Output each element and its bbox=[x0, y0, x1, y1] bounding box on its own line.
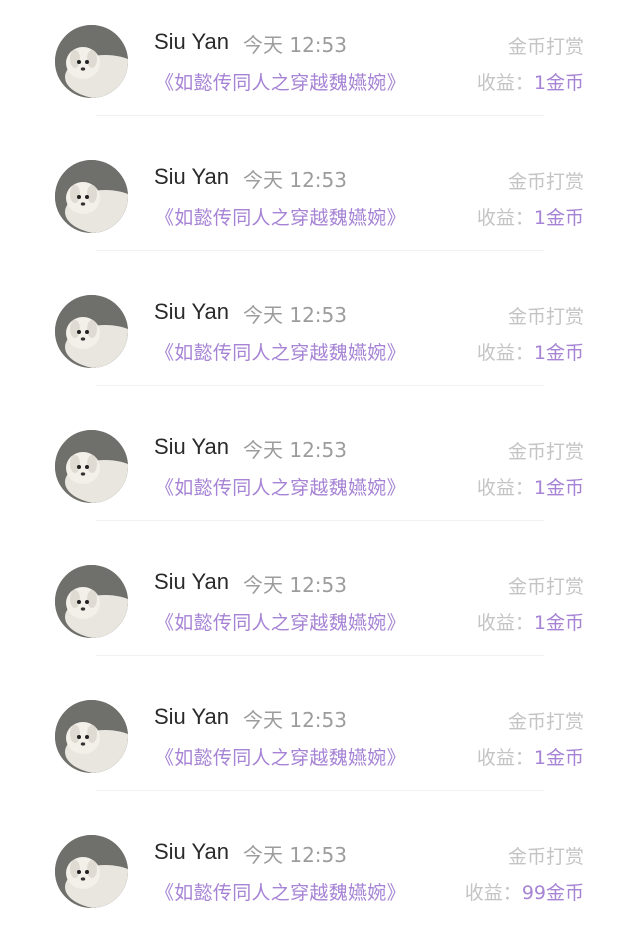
earnings-label: 收益： bbox=[476, 342, 534, 364]
row-divider bbox=[96, 115, 544, 116]
timestamp: 今天 12:53 bbox=[243, 438, 347, 462]
dog-avatar-icon[interactable] bbox=[55, 25, 128, 98]
reward-type-label: 金币打赏 bbox=[507, 306, 584, 328]
row-divider bbox=[96, 385, 544, 386]
user-name[interactable]: Siu Yan bbox=[154, 569, 229, 595]
dog-avatar-icon[interactable] bbox=[55, 295, 128, 368]
row-divider bbox=[96, 520, 544, 521]
book-title-link[interactable]: 《如懿传同人之穿越魏嬿婉》 bbox=[155, 473, 406, 500]
list-item[interactable]: Siu Yan 今天 12:53 《如懿传同人之穿越魏嬿婉》 金币打赏 收益：1… bbox=[0, 540, 640, 675]
earnings-text: 收益：1金币 bbox=[477, 338, 584, 365]
book-title-link[interactable]: 《如懿传同人之穿越魏嬿婉》 bbox=[155, 878, 406, 905]
earnings-text: 收益：1金币 bbox=[477, 608, 584, 635]
earnings-value: 1金币 bbox=[533, 72, 584, 94]
reward-type-label: 金币打赏 bbox=[507, 36, 584, 58]
dog-avatar-icon[interactable] bbox=[55, 430, 128, 503]
earnings-value: 1金币 bbox=[533, 342, 584, 364]
reward-type-label: 金币打赏 bbox=[507, 711, 584, 733]
row-divider bbox=[96, 655, 544, 656]
reward-list: Siu Yan 今天 12:53 《如懿传同人之穿越魏嬿婉》 金币打赏 收益：1… bbox=[0, 0, 640, 930]
timestamp: 今天 12:53 bbox=[243, 33, 347, 57]
book-title-link[interactable]: 《如懿传同人之穿越魏嬿婉》 bbox=[155, 338, 406, 365]
earnings-text: 收益：1金币 bbox=[477, 473, 584, 500]
timestamp: 今天 12:53 bbox=[243, 168, 347, 192]
earnings-text: 收益：1金币 bbox=[477, 68, 584, 95]
reward-type-label: 金币打赏 bbox=[507, 171, 584, 193]
reward-type-label: 金币打赏 bbox=[507, 576, 584, 598]
timestamp: 今天 12:53 bbox=[243, 573, 347, 597]
list-item[interactable]: Siu Yan 今天 12:53 《如懿传同人之穿越魏嬿婉》 金币打赏 收益：1… bbox=[0, 270, 640, 405]
earnings-value: 99金币 bbox=[521, 882, 584, 904]
earnings-label: 收益： bbox=[476, 477, 534, 499]
dog-avatar-icon[interactable] bbox=[55, 835, 128, 908]
list-item[interactable]: Siu Yan 今天 12:53 《如懿传同人之穿越魏嬿婉》 金币打赏 收益：1… bbox=[0, 0, 640, 135]
timestamp: 今天 12:53 bbox=[243, 843, 347, 867]
book-title-link[interactable]: 《如懿传同人之穿越魏嬿婉》 bbox=[155, 68, 406, 95]
earnings-text: 收益：1金币 bbox=[477, 743, 584, 770]
list-item[interactable]: Siu Yan 今天 12:53 《如懿传同人之穿越魏嬿婉》 金币打赏 收益：1… bbox=[0, 675, 640, 810]
earnings-value: 1金币 bbox=[533, 747, 584, 769]
earnings-value: 1金币 bbox=[533, 612, 584, 634]
dog-avatar-icon[interactable] bbox=[55, 565, 128, 638]
earnings-label: 收益： bbox=[476, 747, 534, 769]
earnings-value: 1金币 bbox=[533, 477, 584, 499]
list-item[interactable]: Siu Yan 今天 12:53 《如懿传同人之穿越魏嬿婉》 金币打赏 收益：1… bbox=[0, 135, 640, 270]
reward-type-label: 金币打赏 bbox=[507, 846, 584, 868]
user-name[interactable]: Siu Yan bbox=[154, 29, 229, 55]
user-name[interactable]: Siu Yan bbox=[154, 434, 229, 460]
book-title-link[interactable]: 《如懿传同人之穿越魏嬿婉》 bbox=[155, 743, 406, 770]
list-item[interactable]: Siu Yan 今天 12:53 《如懿传同人之穿越魏嬿婉》 金币打赏 收益：1… bbox=[0, 405, 640, 540]
earnings-label: 收益： bbox=[476, 207, 534, 229]
earnings-label: 收益： bbox=[476, 72, 534, 94]
dog-avatar-icon[interactable] bbox=[55, 160, 128, 233]
user-name[interactable]: Siu Yan bbox=[154, 299, 229, 325]
book-title-link[interactable]: 《如懿传同人之穿越魏嬿婉》 bbox=[155, 608, 406, 635]
user-name[interactable]: Siu Yan bbox=[154, 839, 229, 865]
earnings-value: 1金币 bbox=[533, 207, 584, 229]
reward-type-label: 金币打赏 bbox=[507, 441, 584, 463]
user-name[interactable]: Siu Yan bbox=[154, 164, 229, 190]
row-divider bbox=[96, 790, 544, 791]
earnings-text: 收益：99金币 bbox=[465, 878, 584, 905]
timestamp: 今天 12:53 bbox=[243, 303, 347, 327]
list-item[interactable]: Siu Yan 今天 12:53 《如懿传同人之穿越魏嬿婉》 金币打赏 收益：9… bbox=[0, 810, 640, 945]
row-divider bbox=[96, 250, 544, 251]
earnings-label: 收益： bbox=[464, 882, 522, 904]
book-title-link[interactable]: 《如懿传同人之穿越魏嬿婉》 bbox=[155, 203, 406, 230]
user-name[interactable]: Siu Yan bbox=[154, 704, 229, 730]
timestamp: 今天 12:53 bbox=[243, 708, 347, 732]
earnings-label: 收益： bbox=[476, 612, 534, 634]
earnings-text: 收益：1金币 bbox=[477, 203, 584, 230]
dog-avatar-icon[interactable] bbox=[55, 700, 128, 773]
